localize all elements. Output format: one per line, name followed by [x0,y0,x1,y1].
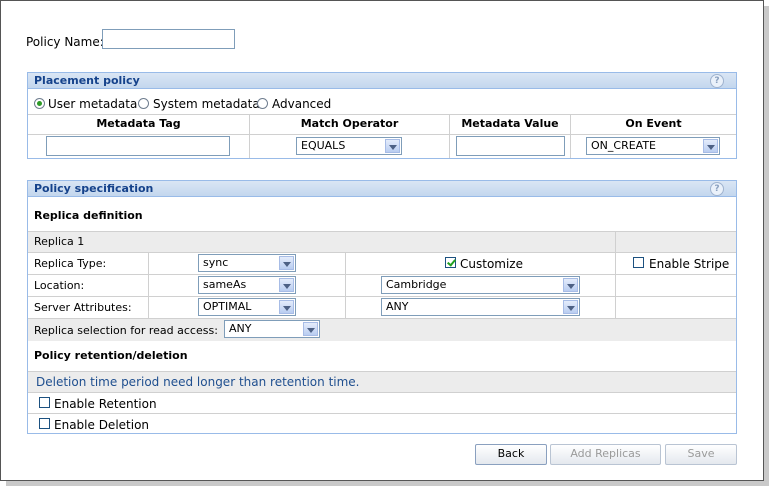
chevron-down-icon [563,278,578,292]
replica-header-row [28,231,736,253]
advanced-radio[interactable] [257,98,268,109]
back-button[interactable]: Back [475,444,547,465]
replica-name: Replica 1 [34,235,85,248]
policy-specification-header: Policy specification ? [28,181,736,197]
enable-deletion-checkbox[interactable] [39,418,50,429]
match-operator-value: EQUALS [301,139,346,152]
server-attributes-select[interactable]: OPTIMAL [198,298,296,316]
user-metadata-label: User metadata [48,97,138,111]
grid-line [148,252,149,318]
replica-type-select[interactable]: sync [198,254,296,272]
read-access-label: Replica selection for read access: [34,324,218,337]
chevron-down-icon [385,139,400,153]
chevron-down-icon [303,322,318,336]
grid-line [28,274,736,275]
location-value: sameAs [203,278,247,291]
enable-deletion-label: Enable Deletion [54,418,150,432]
save-button[interactable]: Save [665,444,737,465]
replica-type-value: sync [203,256,229,269]
match-operator-select[interactable]: EQUALS [296,137,402,155]
server-attributes-value: OPTIMAL [203,300,252,313]
customize-label: Customize [460,257,523,271]
server-attributes-site-select[interactable]: ANY [381,298,580,316]
metadata-tag-header: Metadata Tag [28,115,249,133]
on-event-select[interactable]: ON_CREATE [586,137,720,155]
grid-line [28,296,736,297]
enable-retention-label: Enable Retention [54,397,157,411]
add-replicas-button[interactable]: Add Replicas [550,444,661,465]
grid-line [28,392,736,393]
advanced-label: Advanced [272,97,332,111]
retention-note: Deletion time period need longer than re… [36,375,360,389]
policy-specification-panel: Policy specification ? Replica definitio… [27,180,737,434]
on-event-value: ON_CREATE [591,139,657,152]
metadata-value-input[interactable] [456,136,565,156]
policy-name-input[interactable] [102,29,235,49]
on-event-header: On Event [571,115,736,133]
metadata-value-header: Metadata Value [450,115,570,133]
policy-specification-title: Policy specification [34,182,154,195]
policy-dialog: Policy Name: Placement policy ? User met… [0,0,764,481]
system-metadata-label: System metadata [153,97,260,111]
read-access-value: ANY [229,322,252,335]
policy-name-label: Policy Name: [26,35,104,49]
help-icon[interactable]: ? [710,74,724,88]
chevron-down-icon [703,139,718,153]
enable-stripe-checkbox[interactable] [633,257,644,268]
placement-policy-header: Placement policy ? [28,73,736,89]
placement-policy-panel: Placement policy ? User metadata System … [27,72,737,159]
system-metadata-radio[interactable] [138,98,149,109]
replica-definition-heading: Replica definition [34,209,143,222]
grid-line [28,413,736,414]
chevron-down-icon [279,300,294,314]
location-label: Location: [34,279,85,292]
replica-type-label: Replica Type: [34,257,107,270]
chevron-down-icon [279,278,294,292]
server-attributes-site-value: ANY [386,300,409,313]
grid-line [615,252,616,318]
help-icon[interactable]: ? [710,182,724,196]
grid-line [615,231,616,253]
grid-line [345,252,346,318]
chevron-down-icon [279,256,294,270]
enable-retention-checkbox[interactable] [39,397,50,408]
metadata-tag-input[interactable] [46,136,230,156]
location-site-value: Cambridge [386,278,447,291]
location-site-select[interactable]: Cambridge [381,276,580,294]
retention-heading: Policy retention/deletion [34,349,188,362]
read-access-select[interactable]: ANY [224,320,320,338]
placement-policy-title: Placement policy [34,74,140,87]
user-metadata-radio[interactable] [34,98,45,109]
grid-line [28,134,736,135]
enable-stripe-label: Enable Stripe [649,257,730,271]
match-operator-header: Match Operator [250,115,449,133]
customize-checkbox[interactable] [445,257,456,268]
location-select[interactable]: sameAs [198,276,296,294]
chevron-down-icon [563,300,578,314]
server-attributes-label: Server Attributes: [34,301,132,314]
